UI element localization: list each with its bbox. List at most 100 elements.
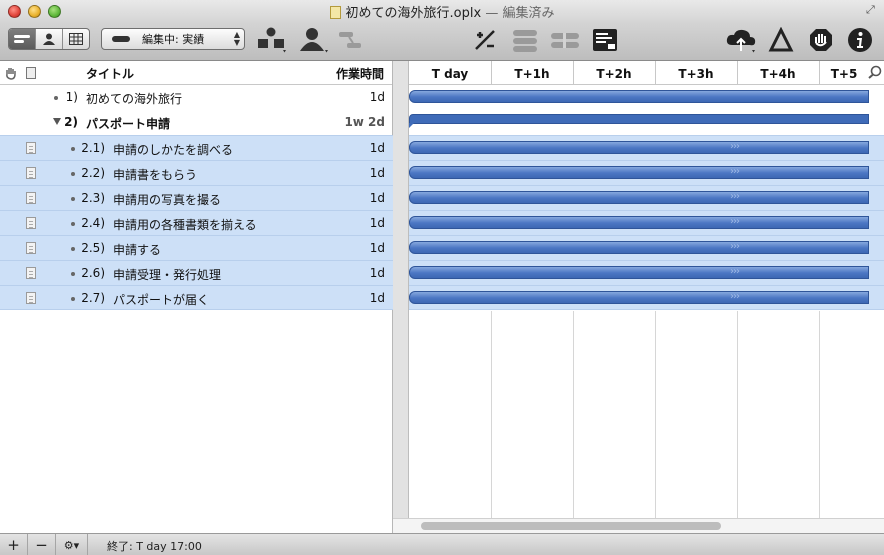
gantt-row-2-6[interactable]: ››› [409, 260, 884, 285]
column-header-effort[interactable]: 作業時間 [336, 65, 384, 82]
outline-row-2-7[interactable]: 2.7) パスポートが届く 1d [0, 285, 393, 310]
view-mode-segmented-control[interactable] [8, 28, 90, 50]
gantt-row-2-4[interactable]: ››› [409, 210, 884, 235]
row-effort[interactable]: 1d [370, 266, 385, 280]
row-number: 2.2) [81, 166, 105, 180]
edited-status: — 編集済み [485, 6, 555, 21]
row-title[interactable]: 申請書をもらう [113, 166, 197, 183]
task-bar[interactable]: ››› [409, 266, 869, 279]
view-mode-outline-button[interactable] [9, 29, 36, 49]
gantt-row-2-2[interactable]: ››› [409, 160, 884, 185]
add-group-button[interactable] [254, 26, 288, 54]
gantt-row-2-5[interactable]: ››› [409, 235, 884, 260]
outline-row-1[interactable]: 1) 初めての海外旅行 1d [0, 85, 393, 110]
add-task-button[interactable]: + [0, 534, 28, 555]
note-column-icon[interactable] [26, 67, 36, 79]
task-bar[interactable]: ››› [409, 241, 869, 254]
row-effort[interactable]: 1d [370, 291, 385, 305]
column-header-title[interactable]: タイトル [86, 65, 134, 82]
action-gear-button[interactable]: ⚙▾ [56, 534, 88, 555]
leveling-icon [768, 27, 794, 52]
row-effort[interactable]: 1w 2d [344, 115, 385, 129]
timeline-gridline [573, 311, 574, 518]
outline-row-2-4[interactable]: 2.4) 申請用の各種書類を揃える 1d [0, 210, 393, 235]
zoom-icon[interactable] [868, 65, 882, 79]
continues-icon: ››› [730, 266, 740, 277]
gantt-row-2-1[interactable]: ››› [409, 135, 884, 160]
outline-row-2-5[interactable]: 2.5) 申請する 1d [0, 235, 393, 260]
note-icon[interactable] [26, 267, 36, 279]
hand-icon[interactable] [4, 66, 18, 80]
row-effort[interactable]: 1d [370, 90, 385, 104]
gantt-row-2[interactable] [409, 110, 884, 135]
add-resource-button[interactable] [296, 26, 330, 54]
task-bar[interactable]: ››› [409, 166, 869, 179]
outline-row-2-3[interactable]: 2.3) 申請用の写真を撮る 1d [0, 185, 393, 210]
report-button[interactable] [590, 26, 620, 54]
note-icon[interactable] [26, 242, 36, 254]
row-title[interactable]: 申請する [113, 241, 161, 258]
timeline-divider [819, 61, 820, 85]
dependency-icon [339, 32, 361, 48]
bullet-icon [71, 272, 75, 276]
disclosure-triangle-icon[interactable] [53, 118, 61, 125]
window-title-text: 初めての海外旅行.oplx [345, 6, 482, 21]
remove-task-button[interactable]: − [28, 534, 56, 555]
inspector-button[interactable] [846, 26, 874, 54]
gantt-row-1[interactable] [409, 85, 884, 110]
bullet-icon [71, 197, 75, 201]
timeline-divider [491, 61, 492, 85]
row-title[interactable]: 申請のしかたを調べる [113, 141, 233, 158]
note-icon[interactable] [26, 167, 36, 179]
row-number: 1) [65, 90, 78, 104]
split-icon [551, 33, 579, 48]
row-effort[interactable]: 1d [370, 241, 385, 255]
add-group-icon [258, 27, 286, 53]
row-title[interactable]: 申請受理・発行処理 [113, 266, 221, 283]
bullet-icon [71, 247, 75, 251]
note-icon[interactable] [26, 142, 36, 154]
row-number: 2) [64, 115, 78, 129]
row-effort[interactable]: 1d [370, 191, 385, 205]
note-icon[interactable] [26, 217, 36, 229]
row-effort[interactable]: 1d [370, 216, 385, 230]
outline-view[interactable]: タイトル 作業時間 1) 初めての海外旅行 1d 2) パスポート申請 1w 2… [0, 61, 393, 518]
publish-button[interactable] [724, 26, 758, 54]
row-title[interactable]: パスポート申請 [86, 115, 170, 132]
gantt-horizontal-scrollbar[interactable] [393, 518, 884, 533]
timeline-gridline [655, 311, 656, 518]
gantt-view[interactable]: T day T+1h T+2h T+3h T+4h T+5 ››› ››› ››… [393, 61, 884, 518]
row-title[interactable]: 申請用の写真を撮る [113, 191, 221, 208]
note-icon[interactable] [26, 192, 36, 204]
gantt-row-2-3[interactable]: ››› [409, 185, 884, 210]
task-bar[interactable]: ››› [409, 191, 869, 204]
task-bar[interactable]: ››› [409, 141, 869, 154]
row-title[interactable]: 初めての海外旅行 [86, 90, 182, 107]
gantt-splitter[interactable] [393, 61, 409, 518]
bullet-icon [71, 222, 75, 226]
view-mode-table-button[interactable] [63, 29, 89, 49]
outline-row-2[interactable]: 2) パスポート申請 1w 2d [0, 110, 393, 135]
row-title[interactable]: 申請用の各種書類を揃える [113, 216, 257, 233]
scrollbar-thumb[interactable] [421, 522, 721, 530]
row-effort[interactable]: 1d [370, 166, 385, 180]
task-bar[interactable]: ››› [409, 291, 869, 304]
fullscreen-icon[interactable]: ⤢ [866, 4, 878, 16]
edit-mode-popup[interactable]: 編集中: 実績 ▲ ▼ [101, 28, 245, 50]
outline-row-2-2[interactable]: 2.2) 申請書をもらう 1d [0, 160, 393, 185]
leveling-button[interactable] [766, 26, 796, 54]
outline-row-2-1[interactable]: 2.1) 申請のしかたを調べる 1d [0, 135, 393, 160]
violations-button[interactable] [806, 26, 836, 54]
group-summary-bar[interactable] [409, 114, 869, 128]
gantt-row-2-7[interactable]: ››› [409, 285, 884, 310]
row-title[interactable]: パスポートが届く [113, 291, 209, 308]
outline-row-2-6[interactable]: 2.6) 申請受理・発行処理 1d [0, 260, 393, 285]
view-mode-resources-button[interactable] [36, 29, 63, 49]
percent-complete-button[interactable] [470, 26, 500, 54]
task-bar[interactable]: ››› [409, 216, 869, 229]
timeline-column-t2h: T+2h [596, 67, 632, 81]
note-icon[interactable] [26, 292, 36, 304]
task-bar[interactable] [409, 90, 869, 103]
row-effort[interactable]: 1d [370, 141, 385, 155]
split-button [548, 26, 582, 54]
